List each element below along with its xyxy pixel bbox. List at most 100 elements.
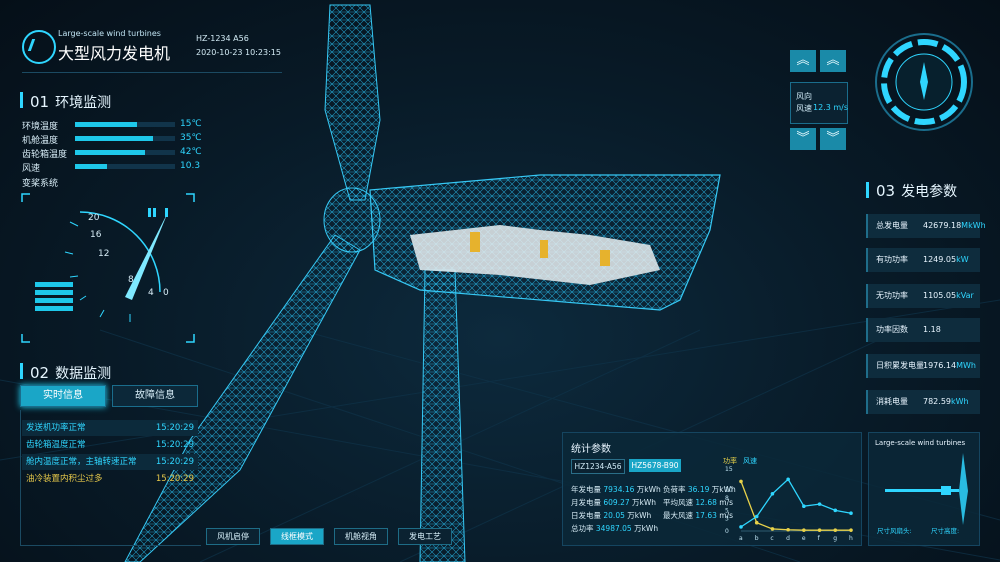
data-point	[802, 504, 806, 508]
tab-realtime[interactable]: 实时信息	[20, 385, 106, 407]
param-row: 有功功率 1249.05kW	[866, 248, 980, 272]
env-panel-title: 01 环境监测	[30, 93, 112, 111]
mini-right-label: 尺寸高度:	[931, 527, 960, 535]
gauge-tick-4: 4	[148, 288, 154, 298]
tab-fault[interactable]: 故障信息	[112, 385, 198, 407]
gauge-tick-16: 16	[90, 230, 102, 240]
env-bar-ambient	[75, 122, 175, 127]
legend-风速: 风速	[743, 457, 757, 465]
data-point	[739, 525, 743, 529]
tab-start-stop[interactable]: 风机启停	[206, 528, 260, 545]
data-point	[786, 527, 790, 532]
device-id: HZ-1234 A56	[196, 34, 249, 43]
env-label-gearbox: 齿轮箱温度	[22, 150, 68, 160]
compass-icon	[875, 33, 973, 131]
wind-speed-value: 12.3 m/s	[813, 103, 849, 112]
message-list-frame	[20, 410, 201, 546]
x-tick-label: d	[786, 535, 790, 542]
x-tick-label: e	[802, 535, 806, 542]
data-point	[786, 477, 790, 482]
stat-total: 总功率 34987.05 万kWh	[571, 524, 659, 533]
data-point	[770, 492, 775, 496]
stats-title: 统计参数	[571, 444, 611, 455]
tab-power-process[interactable]: 发电工艺	[398, 528, 452, 545]
section-marker	[866, 182, 869, 198]
mini-turbine-panel: Large-scale wind turbines 尺寸风扇头: 尺寸高度:	[868, 432, 980, 546]
wind-dir-label: 风向	[796, 92, 812, 101]
env-bar-windspeed	[75, 164, 175, 169]
x-tick-label: g	[833, 535, 837, 542]
down-arrow-button-2[interactable]: ︾	[820, 128, 846, 150]
pitch-system-label: 变桨系统	[22, 179, 59, 189]
env-value-ambient: 15℃	[180, 119, 202, 129]
gauge-tick-8: 8	[128, 275, 134, 285]
pitch-gauge: 20 16 12 8 4 0	[21, 193, 195, 343]
y-tick-label: 5	[725, 507, 729, 514]
wind-info-box: 风向 风速 12.3 m/s	[790, 82, 848, 124]
env-label-nacelle: 机舱温度	[22, 136, 59, 146]
stat-daily: 日发电量 20.05 万kWh	[571, 511, 652, 520]
y-tick-label: 8	[725, 495, 729, 502]
env-bar-nacelle	[75, 136, 175, 141]
env-value-gearbox: 42℃	[180, 147, 202, 157]
data-point	[754, 520, 759, 525]
header-datetime: 2020-10-23 10:23:15	[196, 48, 281, 57]
logo-icon	[22, 30, 56, 64]
up-arrow-button-2[interactable]: ︽	[820, 50, 846, 72]
x-tick-label: c	[770, 535, 773, 542]
env-label-ambient: 环境温度	[22, 122, 59, 132]
power-panel-title: 03 发电参数	[876, 182, 958, 200]
header-subtitle: Large-scale wind turbines	[58, 29, 161, 38]
mini-left-label: 尺寸风扇头:	[877, 527, 912, 535]
x-tick-label: a	[739, 535, 743, 542]
section-marker	[20, 92, 23, 108]
data-point	[833, 528, 838, 532]
page-title: 大型风力发电机	[58, 44, 171, 63]
x-tick-label: b	[755, 535, 759, 542]
param-row: 功率因数 1.18	[866, 318, 980, 342]
x-tick-label: f	[818, 535, 821, 542]
data-point	[849, 528, 853, 532]
env-bar-gearbox	[75, 150, 175, 155]
env-value-nacelle: 35℃	[180, 133, 202, 143]
stats-panel: 统计参数 HZ1234-A56 HZ5678-B90 年发电量 7934.16 …	[562, 432, 862, 546]
param-row: 日积累发电量 1976.14MWh	[866, 354, 980, 378]
turbine-side-icon	[885, 453, 968, 525]
wind-speed-label: 风速	[796, 104, 812, 113]
down-arrow-button[interactable]: ︾	[790, 128, 816, 150]
y-tick-label: 0	[725, 528, 729, 535]
env-value-windspeed: 10.3	[180, 161, 201, 171]
gauge-tick-12: 12	[98, 249, 109, 259]
data-panel-title: 02 数据监测	[30, 364, 112, 382]
mini-panel-title: Large-scale wind turbines	[875, 439, 966, 447]
stat-monthly: 月发电量 609.27 万kWh	[571, 498, 657, 507]
tab-wireframe[interactable]: 线框模式	[270, 528, 324, 545]
up-arrow-button[interactable]: ︽	[790, 50, 816, 72]
env-label-windspeed: 风速	[22, 164, 41, 174]
param-row: 无功功率 1105.05kVar	[866, 284, 980, 308]
data-point	[817, 502, 822, 506]
tab-nacelle-view[interactable]: 机舱视角	[334, 528, 388, 545]
tab-device-a[interactable]: HZ1234-A56	[571, 459, 625, 474]
gauge-tick-20: 20	[88, 213, 100, 223]
y-tick-label: 15	[725, 466, 733, 473]
section-marker	[20, 363, 23, 379]
data-point	[754, 514, 759, 519]
data-point	[833, 508, 838, 513]
header-divider	[22, 72, 282, 73]
stats-line-chart: 功率 风速 0 3 5 810 15 a b c d e f g h	[723, 456, 853, 542]
stat-annual: 年发电量 7934.16 万kWh	[571, 485, 661, 494]
x-tick-label: h	[849, 535, 853, 542]
param-row: 总发电量 42679.18MkWh	[866, 214, 986, 238]
data-point	[770, 527, 775, 531]
data-point	[739, 479, 743, 484]
series-line-风速	[740, 478, 852, 528]
data-point	[817, 528, 822, 532]
y-tick-label: 3	[725, 516, 729, 523]
gauge-tick-0: 0	[163, 288, 169, 298]
tab-device-b[interactable]: HZ5678-B90	[629, 459, 681, 472]
data-point	[802, 528, 806, 532]
param-row: 消耗电量 782.59kWh	[866, 390, 980, 414]
data-point	[849, 511, 853, 516]
y-tick-label: 10	[725, 487, 733, 494]
